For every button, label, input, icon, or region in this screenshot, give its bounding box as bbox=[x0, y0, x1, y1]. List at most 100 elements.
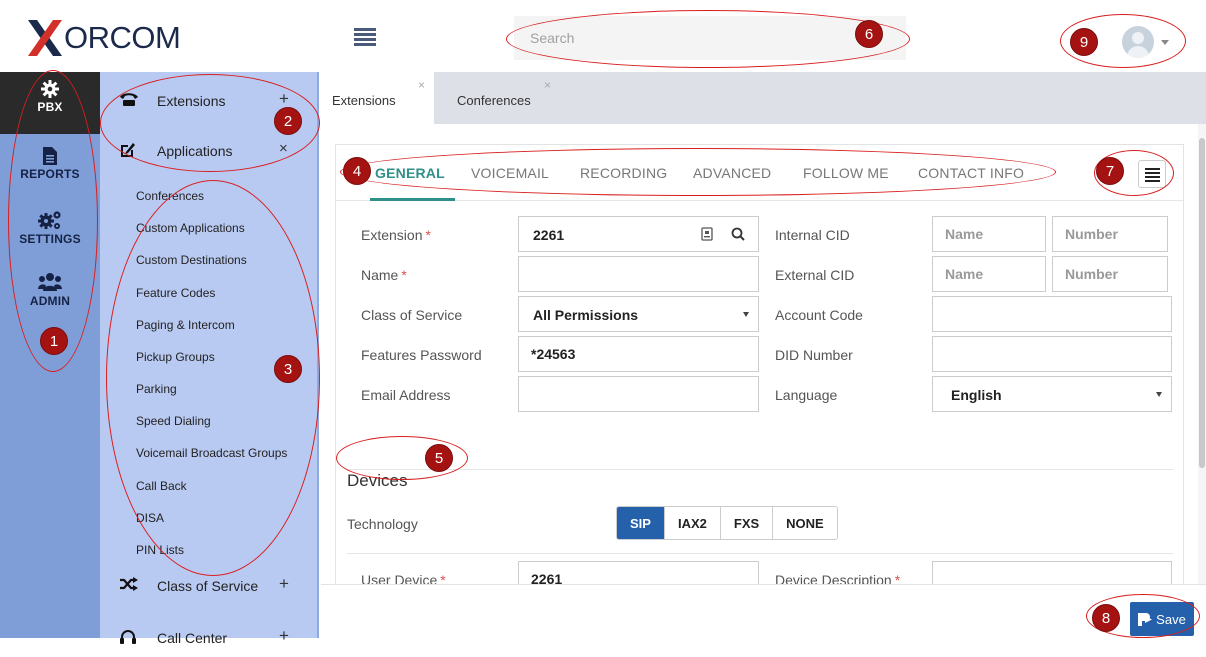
subtab-voicemail[interactable]: VOICEMAIL bbox=[471, 165, 549, 181]
tab-conferences[interactable]: × Conferences bbox=[434, 72, 554, 124]
document-icon bbox=[43, 147, 57, 165]
logo-x-mark bbox=[28, 20, 62, 56]
subtab-recording[interactable]: RECORDING bbox=[580, 165, 667, 181]
logo-text: ORCOM bbox=[64, 20, 181, 55]
required-marker: * bbox=[425, 227, 431, 243]
chevron-down-icon bbox=[1156, 392, 1162, 397]
sub-item-custom-applications[interactable]: Custom Applications bbox=[136, 221, 245, 235]
sub-item-disa[interactable]: DISA bbox=[136, 511, 164, 525]
close-icon[interactable]: × bbox=[418, 78, 425, 92]
subtab-follow-me[interactable]: FOLLOW ME bbox=[803, 165, 889, 181]
search-input[interactable] bbox=[514, 16, 906, 60]
internal-cid-label: Internal CID bbox=[775, 227, 850, 243]
rail-item-admin[interactable]: ADMIN bbox=[0, 272, 100, 308]
top-bar: ORCOM bbox=[0, 0, 1206, 72]
divider bbox=[347, 553, 1173, 554]
did-number-label: DID Number bbox=[775, 347, 853, 363]
tab-extensions[interactable]: × Extensions bbox=[321, 72, 434, 124]
account-code-input[interactable] bbox=[932, 296, 1172, 332]
divider bbox=[347, 469, 1173, 470]
search-icon[interactable] bbox=[723, 217, 753, 251]
device-description-input[interactable] bbox=[932, 561, 1172, 584]
shuffle-icon bbox=[120, 577, 138, 591]
subtab-advanced[interactable]: ADVANCED bbox=[693, 165, 771, 181]
subtab-general[interactable]: GENERAL bbox=[375, 165, 445, 181]
rail-label: SETTINGS bbox=[19, 232, 81, 246]
external-cid-label: External CID bbox=[775, 267, 855, 283]
class-of-service-label: Class of Service bbox=[361, 307, 463, 323]
external-cid-name-input[interactable] bbox=[932, 256, 1046, 292]
gear-icon bbox=[41, 80, 59, 98]
form-subtabs: GENERAL VOICEMAIL RECORDING ADVANCED FOL… bbox=[336, 145, 1183, 201]
expand-icon[interactable]: + bbox=[279, 626, 289, 646]
email-input[interactable] bbox=[518, 376, 759, 412]
users-icon bbox=[38, 273, 62, 291]
extension-field[interactable]: 2261 bbox=[518, 216, 759, 252]
brand-logo[interactable]: ORCOM bbox=[28, 18, 181, 58]
sub-item-pickup-groups[interactable]: Pickup Groups bbox=[136, 350, 215, 364]
sub-item-parking[interactable]: Parking bbox=[136, 382, 177, 396]
menu-toggle-icon[interactable] bbox=[354, 28, 376, 46]
technology-sip-button[interactable]: SIP bbox=[617, 507, 665, 539]
extension-value: 2261 bbox=[533, 227, 565, 243]
language-select[interactable]: English bbox=[932, 376, 1172, 412]
email-label: Email Address bbox=[361, 387, 451, 403]
features-password-label: Features Password bbox=[361, 347, 482, 363]
rail-label: REPORTS bbox=[20, 167, 80, 181]
rail-label: PBX bbox=[37, 100, 63, 114]
name-input[interactable] bbox=[518, 256, 759, 292]
document-tabs: × Extensions × Conferences bbox=[321, 72, 1206, 124]
scrollbar-thumb[interactable] bbox=[1199, 138, 1205, 468]
did-number-input[interactable] bbox=[932, 336, 1172, 372]
nav-group-call-center[interactable]: Call Center + bbox=[100, 617, 317, 657]
nav-group-class-of-service[interactable]: Class of Service + bbox=[100, 565, 317, 605]
internal-cid-number-input[interactable] bbox=[1052, 216, 1168, 252]
nav-group-label: Call Center bbox=[157, 630, 228, 646]
nav-group-label: Class of Service bbox=[157, 578, 259, 594]
save-label: Save bbox=[1156, 611, 1186, 627]
devices-section-title: Devices bbox=[347, 471, 408, 490]
internal-cid-name-input[interactable] bbox=[932, 216, 1046, 252]
form-footer: Save bbox=[321, 584, 1206, 638]
sub-item-custom-destinations[interactable]: Custom Destinations bbox=[136, 253, 247, 267]
nav-group-applications[interactable]: Applications × bbox=[100, 130, 317, 170]
technology-iax2-button[interactable]: IAX2 bbox=[664, 507, 721, 539]
user-device-input[interactable] bbox=[518, 561, 759, 584]
close-icon[interactable]: × bbox=[544, 78, 551, 92]
subtab-contact-info[interactable]: CONTACT INFO bbox=[918, 165, 1024, 181]
technology-label: Technology bbox=[347, 516, 418, 532]
sub-item-speed-dialing[interactable]: Speed Dialing bbox=[136, 414, 211, 428]
content-area: GENERAL VOICEMAIL RECORDING ADVANCED FOL… bbox=[321, 124, 1206, 584]
required-marker: * bbox=[401, 267, 407, 283]
save-button[interactable]: Save bbox=[1130, 602, 1194, 636]
sub-item-call-back[interactable]: Call Back bbox=[136, 479, 187, 493]
save-icon bbox=[1138, 612, 1153, 626]
technology-fxs-button[interactable]: FXS bbox=[720, 507, 774, 539]
required-marker: * bbox=[894, 572, 901, 584]
phone-icon bbox=[120, 93, 138, 106]
scrollbar[interactable] bbox=[1198, 124, 1206, 584]
technology-none-button[interactable]: NONE bbox=[773, 507, 837, 539]
sub-item-voicemail-broadcast-groups[interactable]: Voicemail Broadcast Groups bbox=[136, 446, 287, 460]
nav-group-label: Extensions bbox=[157, 93, 226, 109]
sub-item-conferences[interactable]: Conferences bbox=[136, 189, 204, 203]
user-menu[interactable] bbox=[1122, 26, 1169, 58]
contact-card-icon[interactable] bbox=[693, 217, 723, 251]
expand-icon[interactable]: + bbox=[279, 89, 289, 109]
class-of-service-select[interactable]: All Permissions bbox=[518, 296, 759, 332]
tab-label: Extensions bbox=[332, 93, 396, 108]
sub-item-feature-codes[interactable]: Feature Codes bbox=[136, 286, 215, 300]
sub-item-paging-intercom[interactable]: Paging & Intercom bbox=[136, 318, 235, 332]
rail-item-reports[interactable]: REPORTS bbox=[0, 147, 100, 181]
collapse-icon[interactable]: × bbox=[279, 140, 288, 157]
rail-item-settings[interactable]: SETTINGS bbox=[0, 210, 100, 246]
external-cid-number-input[interactable] bbox=[1052, 256, 1168, 292]
list-view-button[interactable] bbox=[1138, 160, 1166, 188]
nav-group-extensions[interactable]: Extensions + bbox=[100, 80, 317, 120]
sub-item-pin-lists[interactable]: PIN Lists bbox=[136, 543, 184, 557]
expand-icon[interactable]: + bbox=[279, 574, 289, 594]
features-password-input[interactable] bbox=[518, 336, 759, 372]
gears-icon bbox=[38, 211, 61, 229]
rail-label: ADMIN bbox=[29, 294, 71, 308]
rail-item-pbx[interactable]: PBX bbox=[0, 72, 100, 134]
